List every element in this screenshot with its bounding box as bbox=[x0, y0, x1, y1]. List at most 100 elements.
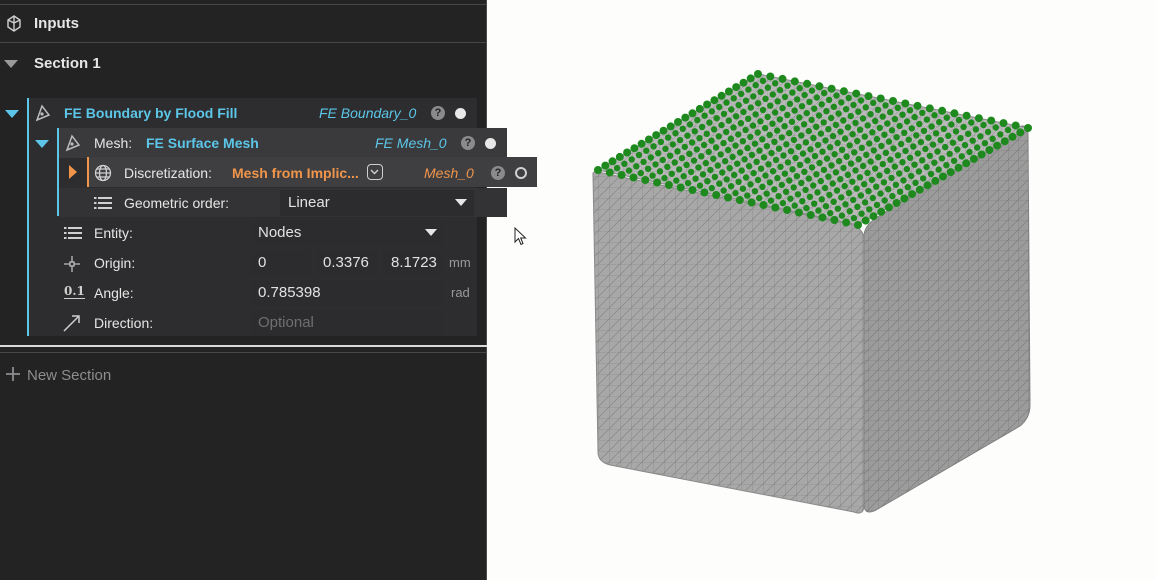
boundary-node bbox=[838, 146, 846, 153]
boundary-node bbox=[723, 176, 730, 183]
boundary-node bbox=[734, 160, 741, 167]
boundary-node bbox=[870, 147, 877, 154]
boundary-node bbox=[752, 82, 759, 89]
geometric-order-label: Geometric order: bbox=[124, 195, 230, 211]
boundary-node bbox=[892, 199, 901, 207]
boundary-node bbox=[851, 149, 858, 156]
boundary-node bbox=[696, 135, 703, 142]
section-title[interactable]: Section 1 bbox=[34, 55, 101, 72]
boundary-node bbox=[686, 150, 693, 157]
geometric-order-chevron-down-icon[interactable] bbox=[455, 199, 467, 206]
boundary-node bbox=[873, 201, 881, 209]
mesh-value[interactable]: FE Surface Mesh bbox=[146, 135, 259, 151]
boundary-node bbox=[745, 115, 752, 123]
boundary-node bbox=[741, 156, 748, 163]
angle-value: 0.785398 bbox=[258, 284, 321, 301]
discretization-dropdown-icon[interactable] bbox=[367, 164, 383, 180]
section-collapse-icon[interactable] bbox=[4, 60, 18, 68]
boundary-help-icon[interactable]: ? bbox=[431, 106, 445, 120]
direction-label: Direction: bbox=[94, 315, 154, 331]
boundary-node bbox=[804, 157, 811, 164]
boundary-node bbox=[735, 196, 744, 204]
origin-x-input[interactable]: 0 bbox=[250, 250, 311, 276]
boundary-node bbox=[790, 184, 797, 191]
boundary-node bbox=[805, 175, 812, 182]
viewport[interactable] bbox=[488, 0, 1156, 580]
boundary-node bbox=[832, 121, 840, 129]
boundary-node bbox=[846, 208, 853, 215]
boundary-node bbox=[822, 137, 829, 144]
boundary-node bbox=[775, 145, 783, 152]
boundary-node bbox=[920, 127, 928, 135]
discretization-expand-icon[interactable] bbox=[69, 165, 77, 179]
boundary-label[interactable]: FE Boundary by Flood Fill bbox=[64, 105, 237, 121]
origin-crosshair-icon bbox=[63, 255, 81, 278]
geometric-order-value: Linear bbox=[288, 194, 330, 211]
boundary-node bbox=[784, 159, 792, 166]
boundary-node bbox=[779, 199, 787, 207]
boundary-node bbox=[869, 129, 876, 136]
boundary-node bbox=[704, 178, 711, 185]
boundary-node bbox=[969, 137, 976, 144]
boundary-node bbox=[911, 113, 918, 121]
boundary-node bbox=[783, 141, 790, 148]
boundary-node bbox=[710, 96, 719, 105]
boundary-node bbox=[799, 198, 806, 205]
boundary-status-dot[interactable] bbox=[455, 108, 466, 119]
boundary-node bbox=[664, 163, 671, 171]
mesh-variable[interactable]: FE Mesh_0 bbox=[375, 135, 447, 151]
boundary-node bbox=[764, 113, 771, 121]
boundary-node bbox=[727, 183, 735, 190]
boundary-node bbox=[914, 150, 921, 157]
boundary-node bbox=[736, 149, 744, 156]
angle-input[interactable]: 0.785398 bbox=[250, 280, 444, 306]
boundary-node bbox=[732, 113, 740, 120]
boundary-node bbox=[835, 110, 842, 117]
boundary-node bbox=[811, 105, 818, 112]
discretization-variable[interactable]: Mesh_0 bbox=[424, 165, 474, 181]
boundary-node bbox=[830, 103, 838, 111]
boundary-node bbox=[655, 150, 662, 157]
feature-block-accent bbox=[27, 98, 29, 336]
origin-z-input[interactable]: 8.1723 bbox=[382, 250, 443, 276]
boundary-node bbox=[621, 160, 628, 167]
boundary-node bbox=[935, 166, 942, 173]
boundary-node bbox=[698, 123, 706, 131]
plus-icon[interactable] bbox=[5, 366, 21, 387]
mesh-help-icon[interactable]: ? bbox=[461, 136, 475, 150]
entity-chevron-down-icon[interactable] bbox=[425, 229, 437, 236]
boundary-node bbox=[850, 196, 857, 204]
new-section-button[interactable]: New Section bbox=[27, 367, 111, 384]
boundary-node bbox=[934, 148, 941, 155]
boundary-node bbox=[652, 161, 659, 168]
boundary-collapse-icon[interactable] bbox=[5, 110, 19, 118]
boundary-node bbox=[880, 179, 888, 186]
boundary-node bbox=[754, 100, 762, 107]
boundary-node bbox=[702, 159, 710, 167]
entity-select[interactable]: Nodes bbox=[250, 220, 444, 246]
boundary-node bbox=[903, 165, 911, 173]
boundary-node bbox=[796, 85, 803, 92]
boundary-node bbox=[906, 154, 914, 161]
boundary-node bbox=[866, 206, 873, 213]
direction-input[interactable]: Optional bbox=[250, 310, 444, 336]
origin-y-input[interactable]: 0.3376 bbox=[316, 250, 377, 276]
boundary-node bbox=[814, 189, 821, 196]
boundary-node bbox=[796, 114, 803, 121]
boundary-node bbox=[913, 132, 920, 139]
boundary-node bbox=[781, 170, 789, 177]
boundary-node bbox=[735, 178, 742, 185]
mesh-collapse-icon[interactable] bbox=[35, 140, 49, 148]
boundary-node bbox=[820, 119, 827, 126]
boundary-node bbox=[854, 203, 861, 210]
boundary-node bbox=[840, 117, 847, 124]
boundary-variable[interactable]: FE Boundary_0 bbox=[319, 105, 416, 121]
discretization-value[interactable]: Mesh from Implic... bbox=[232, 165, 359, 181]
boundary-node bbox=[859, 115, 867, 122]
entity-label: Entity: bbox=[94, 225, 133, 241]
boundary-node bbox=[834, 139, 841, 147]
geometric-order-select[interactable]: Linear bbox=[280, 190, 474, 216]
boundary-node bbox=[684, 179, 692, 187]
boundary-node bbox=[882, 149, 890, 156]
boundary-node bbox=[852, 89, 861, 98]
